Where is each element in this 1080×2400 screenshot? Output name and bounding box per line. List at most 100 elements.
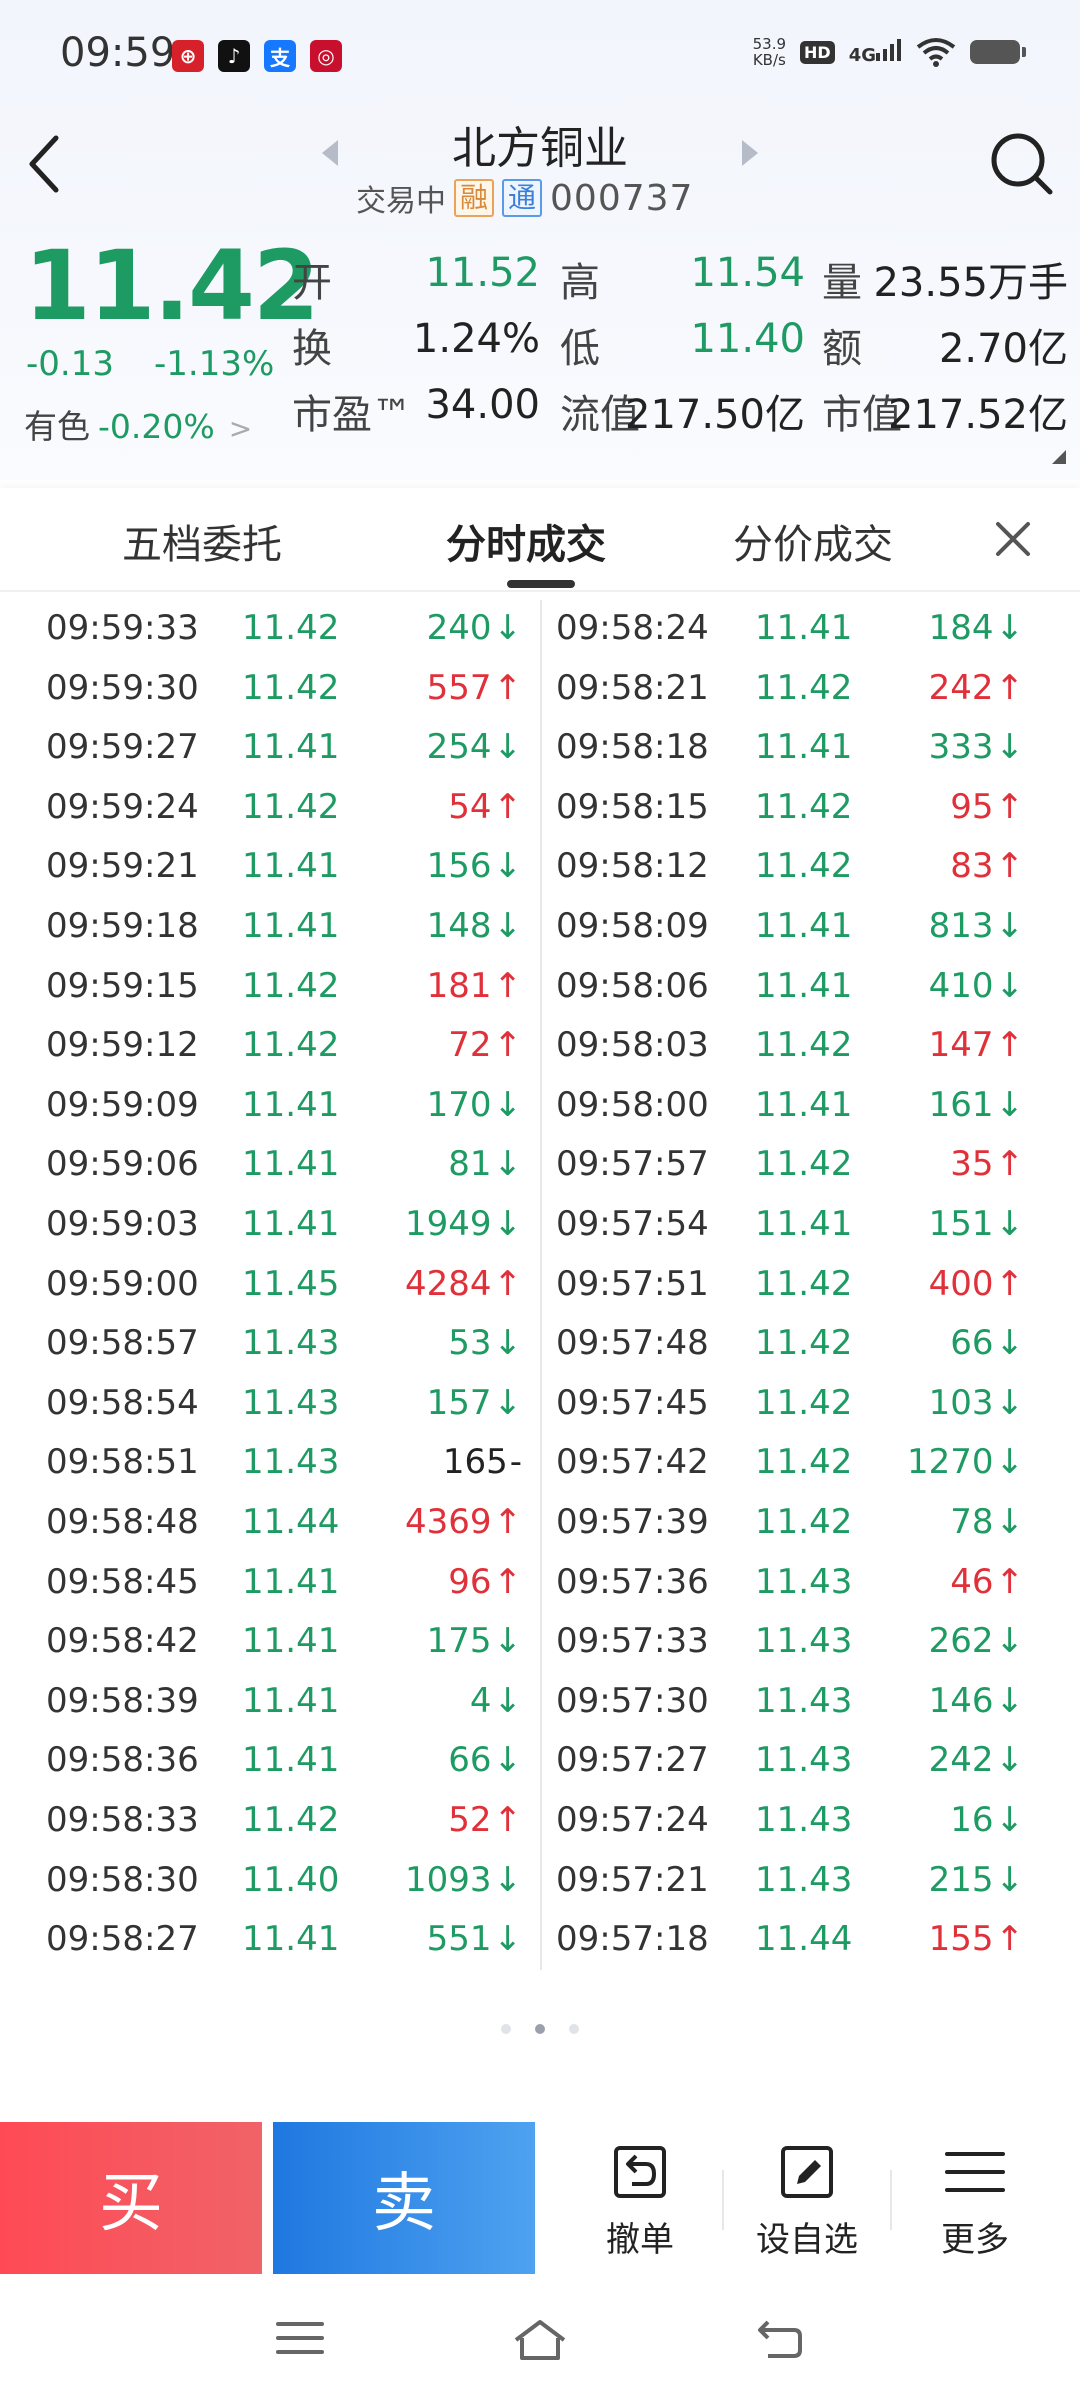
trade-volume: 147↑ — [928, 1025, 1024, 1066]
trade-time: 09:59:15 — [46, 965, 199, 1006]
trade-row: 09:58:03 11.42 147↑ — [512, 1015, 1052, 1075]
add-watchlist-button[interactable]: 设自选 — [732, 2142, 882, 2261]
trade-volume: 215↓ — [928, 1859, 1024, 1900]
trade-volume: 557↑ — [426, 667, 522, 708]
trade-time: 09:58:15 — [556, 786, 709, 827]
arrow-down-icon: ↓ — [995, 1621, 1025, 1662]
trade-volume: 66↓ — [448, 1740, 522, 1781]
trade-price: 11.40 — [242, 1859, 340, 1900]
trade-volume: 1949↓ — [404, 1204, 522, 1244]
trade-price: 11.42 — [755, 846, 853, 887]
trade-price: 11.42 — [755, 1323, 853, 1364]
action-bar: 买 卖 撤单 设自选 更多 — [0, 2122, 1080, 2274]
tab-order-book[interactable]: 五档委托 — [122, 512, 282, 570]
trade-price: 11.41 — [755, 1084, 853, 1125]
page-indicator — [0, 2024, 1080, 2034]
trade-price: 11.43 — [242, 1442, 340, 1483]
trade-volume: 78↓ — [950, 1502, 1024, 1542]
trade-row: 09:58:12 11.42 83↑ — [512, 836, 1052, 896]
back-nav-icon[interactable] — [754, 2316, 806, 2360]
trade-volume: 165- — [442, 1442, 522, 1483]
trade-row: 09:59:12 11.42 72↑ — [0, 1015, 540, 1075]
trade-price: 11.42 — [242, 786, 340, 827]
home-nav-icon[interactable] — [510, 2316, 570, 2364]
trade-row: 09:57:24 11.43 16↓ — [512, 1790, 1052, 1850]
trade-price: 11.42 — [755, 1144, 853, 1185]
wifi-icon — [916, 38, 956, 67]
next-stock-icon[interactable] — [742, 140, 758, 166]
trade-time: 09:57:24 — [556, 1800, 709, 1840]
trade-volume: 410↓ — [928, 965, 1025, 1006]
trade-volume: 72↑ — [448, 1025, 522, 1066]
trade-volume: 1270↓ — [906, 1442, 1024, 1483]
more-button[interactable]: 更多 — [900, 2142, 1050, 2261]
margin-tag: 融 — [454, 179, 495, 217]
menu-nav-icon[interactable] — [274, 2316, 326, 2360]
trade-volume: 262↓ — [928, 1621, 1025, 1662]
trade-list[interactable]: 09:59:33 11.42 240↓ 09:59:30 11.42 557↑ 09:59:… — [0, 598, 1080, 1978]
trade-row: 09:58:48 11.44 4369↑ — [0, 1492, 540, 1552]
search-icon[interactable] — [986, 128, 1056, 198]
trade-time: 09:58:57 — [46, 1323, 199, 1364]
trade-volume: 333↓ — [928, 727, 1024, 768]
trade-time: 09:57:48 — [556, 1323, 709, 1364]
trade-time: 09:58:27 — [46, 1919, 199, 1960]
buy-button[interactable]: 买 — [0, 2122, 262, 2274]
sell-button[interactable]: 卖 — [273, 2122, 535, 2274]
arrow-up-icon: ↑ — [995, 1263, 1025, 1304]
expand-corner-icon[interactable] — [1052, 450, 1066, 464]
tab-time-trades[interactable]: 分时成交 — [446, 512, 606, 570]
trade-row: 09:57:18 11.44 155↑ — [512, 1909, 1052, 1969]
trade-row: 09:58:27 11.41 551↓ — [0, 1909, 540, 1969]
trade-price: 11.43 — [755, 1800, 853, 1840]
trade-time: 09:58:09 — [556, 906, 709, 946]
trade-time: 09:58:39 — [46, 1680, 199, 1721]
trade-row: 09:59:24 11.42 54↑ — [0, 777, 540, 837]
trade-volume: 46↑ — [950, 1561, 1024, 1602]
prev-stock-icon[interactable] — [322, 140, 338, 166]
price-change: -0.13 — [26, 344, 114, 384]
trade-row: 09:58:06 11.41 410↓ — [512, 956, 1052, 1016]
trade-row: 09:59:30 11.42 557↑ — [0, 658, 540, 718]
cancel-order-icon — [614, 2146, 666, 2198]
trade-time: 09:57:42 — [556, 1442, 709, 1483]
trade-volume: 156↓ — [426, 846, 522, 887]
arrow-down-icon: ↓ — [995, 965, 1025, 1006]
quote-open: 开 11.52 — [292, 250, 540, 306]
arrow-down-icon: ↓ — [995, 1323, 1025, 1364]
arrow-up-icon: ↑ — [995, 1144, 1025, 1185]
trade-volume: 35↑ — [950, 1144, 1025, 1185]
close-icon[interactable] — [990, 516, 1036, 562]
trade-row: 09:57:21 11.43 215↓ — [512, 1850, 1052, 1910]
trade-volume: 16↓ — [950, 1800, 1024, 1840]
trade-time: 09:57:21 — [556, 1859, 709, 1900]
stock-code: 000737 — [550, 177, 694, 219]
trade-price: 11.41 — [755, 727, 853, 768]
trade-row: 09:58:15 11.42 95↑ — [512, 777, 1052, 837]
trade-time: 09:59:03 — [46, 1204, 199, 1244]
trade-row: 09:59:33 11.42 240↓ — [0, 598, 540, 658]
cancel-order-button[interactable]: 撤单 — [565, 2142, 715, 2261]
trade-volume: 813↓ — [928, 906, 1024, 946]
trade-price: 11.43 — [242, 1323, 340, 1364]
sector-link[interactable]: 有色 -0.20% > — [24, 400, 252, 448]
trade-row: 09:57:36 11.43 46↑ — [512, 1552, 1052, 1612]
status-indicators: 53.9 KB/s HD 4G — [753, 36, 1026, 68]
detail-tab-bar: 五档委托 分时成交 分价成交 — [0, 488, 1080, 592]
trading-status: 交易中 — [356, 184, 446, 219]
trade-volume: 242↓ — [928, 1740, 1024, 1781]
trade-price: 11.41 — [755, 906, 853, 946]
trade-time: 09:59:00 — [46, 1263, 199, 1304]
trade-time: 09:59:06 — [46, 1144, 199, 1185]
trade-row: 09:58:09 11.41 813↓ — [512, 896, 1052, 956]
tab-price-trades[interactable]: 分价成交 — [733, 512, 893, 570]
trade-row: 09:57:48 11.42 66↓ — [512, 1313, 1052, 1373]
trade-time: 09:57:36 — [556, 1561, 709, 1602]
trade-price: 11.42 — [755, 1442, 853, 1483]
trade-row: 09:59:09 11.41 170↓ — [0, 1075, 540, 1135]
trade-price: 11.42 — [242, 965, 340, 1006]
trade-price: 11.42 — [242, 1800, 340, 1840]
trade-row: 09:58:21 11.42 242↑ — [512, 658, 1052, 718]
trade-volume: 254↓ — [426, 727, 522, 768]
arrow-down-icon: ↓ — [995, 1680, 1025, 1721]
